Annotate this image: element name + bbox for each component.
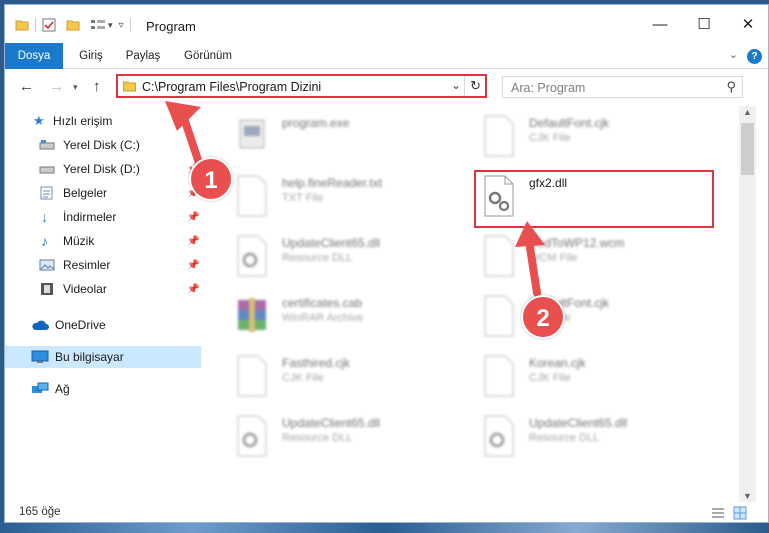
step-1-badge: 1	[189, 157, 233, 201]
step-2-badge: 2	[521, 295, 565, 339]
explorer-window: ▾ ▿ Program — ☐ ✕ Dosya Giriş Paylaş Gör…	[4, 4, 769, 523]
annotation-arrow-1	[165, 101, 545, 297]
desktop-background	[0, 523, 769, 533]
